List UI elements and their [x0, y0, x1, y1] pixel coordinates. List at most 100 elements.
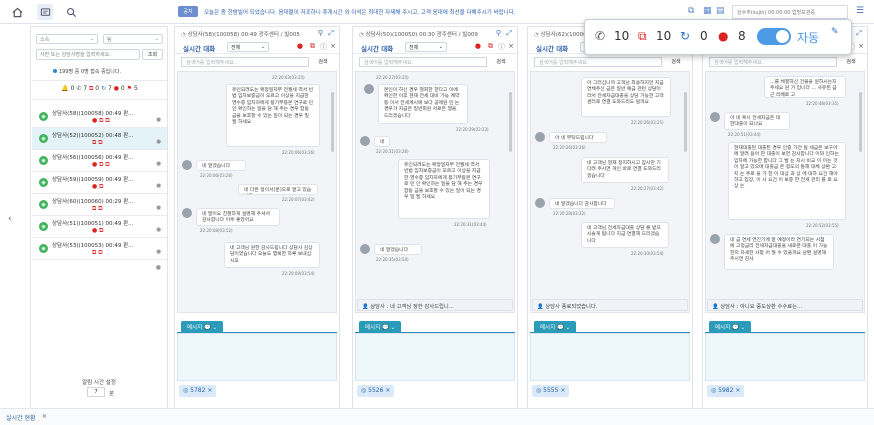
filter-select[interactable]: 전체 ⌄: [227, 42, 269, 52]
chat-search-button[interactable]: 검색: [839, 57, 863, 67]
message-compose[interactable]: [705, 333, 865, 381]
realtime-chat-tab[interactable]: 실시간 대화: [536, 43, 568, 53]
alert-icon: ●: [718, 29, 729, 43]
message-compose[interactable]: [177, 333, 337, 381]
grid-icon[interactable]: ▤: [716, 6, 725, 16]
chat-icon[interactable]: [37, 4, 53, 20]
message-tab[interactable]: 메시지 💬 ⌄: [181, 321, 224, 333]
alarm-input[interactable]: 7: [87, 387, 105, 397]
message-timestamp: 22:20:51(03:44): [728, 132, 761, 137]
scrollbar[interactable]: [684, 92, 687, 152]
session-chip[interactable]: ◎ 5555 ×: [532, 385, 570, 397]
info-icon[interactable]: ⓘ: [498, 42, 505, 52]
message-tab-bar: 메시지 💬 ⌄: [355, 321, 515, 333]
pin-icon[interactable]: ⚲: [496, 29, 501, 37]
expand-icon[interactable]: ⤢: [328, 29, 334, 38]
close-chip-icon[interactable]: ×: [207, 387, 212, 394]
expand-icon[interactable]: ⤢: [856, 29, 862, 38]
alert-icon[interactable]: ●: [475, 42, 481, 50]
message-timestamp: 22:20:29(03:23): [456, 127, 489, 132]
agent-row[interactable]: ◉ 상담사(58)(100058) 00:49 판... ● ⧉ ⧉ ●: [32, 106, 167, 128]
filter-select[interactable]: 전체 ⌄: [405, 42, 447, 52]
status-bar: 👤 상담사 : 아니요 중도상환 수수료는...: [707, 299, 863, 311]
agent-avatar-icon: ◉: [39, 112, 48, 121]
info-icon[interactable]: ⓘ: [320, 42, 327, 52]
toggle-knob: [776, 30, 789, 43]
agent-avatar-icon: ◉: [39, 222, 48, 231]
chat-search-input[interactable]: 검색어를 입력해주세요.: [181, 57, 309, 67]
agent-row-status-icons: ● ⧉: [92, 183, 104, 190]
team-select-value: 팀: [107, 37, 112, 43]
close-chip-icon[interactable]: ×: [735, 387, 740, 394]
last-message-text: 상담사 종료되었습니다.: [545, 304, 598, 310]
message-timestamp: 22:20:52(03:55): [806, 223, 839, 228]
message-compose[interactable]: [530, 333, 690, 381]
collapse-left-icon[interactable]: ‹: [8, 214, 12, 224]
message-compose[interactable]: [355, 333, 515, 381]
realtime-chat-tab[interactable]: 실시간 대화: [183, 43, 215, 53]
close-icon[interactable]: ×: [508, 42, 514, 50]
chat-column-header: ◔ 상담사(50)(100050) 00:30 광주센터 / 빌009: [353, 27, 517, 40]
agent-search-button[interactable]: 조회: [142, 49, 163, 60]
copy-red-icon[interactable]: ⧉: [488, 42, 493, 51]
agent-message: 유인되려도는 확정일자부 전월세 역서 빈법 임차보증금이 오르고 이상을 지급…: [398, 159, 490, 219]
notice-text: 오늘은 좀 한밤빌어 되었습니다. 음대불이 저조하니 휴게시간 외 이석은 최…: [204, 10, 516, 16]
close-chip-icon[interactable]: ×: [385, 387, 390, 394]
chat-bubble-icon: 💬: [381, 325, 389, 331]
realtime-status-tab[interactable]: 실시간 현황: [6, 413, 36, 422]
connection-status: 199명 중 0명 접속 중입니다.: [53, 68, 121, 75]
status-dot-icon: [53, 69, 57, 73]
agent-row[interactable]: ◉ 상담사(53)(100053) 00:49 판... ⧉ ⧉ ●: [32, 238, 167, 260]
close-chip-icon[interactable]: ×: [560, 387, 565, 394]
chat-tab-row: 실시간 대화 전체 ⌄ ● ⧉ ⓘ×: [175, 40, 339, 54]
scrollbar[interactable]: [859, 92, 862, 152]
agent-row[interactable]: ◉ 상담사(59)(100059) 00:49 판... ● ⧉ ●: [32, 172, 167, 194]
agent-row[interactable]: ◉ 상담사(52)(100052) 00:48 판... ⧉ ⧉ ●: [32, 128, 167, 150]
session-chip[interactable]: ◎ 5782 ×: [179, 385, 217, 397]
message-tab[interactable]: 메시지 💬 ⌄: [709, 321, 752, 333]
stat-flag-count: 5: [133, 85, 138, 92]
agent-row[interactable]: ◉ 상담사(60)(100060) 00:29 판... ⧉ ⧉ ●: [32, 194, 167, 216]
message-tab-label: 메시지: [365, 325, 381, 331]
realtime-chat-tab[interactable]: 실시간 대화: [361, 43, 393, 53]
alert-icon[interactable]: ●: [297, 42, 303, 50]
close-tab-icon[interactable]: ×: [42, 413, 47, 420]
scrollbar[interactable]: [509, 92, 512, 152]
stats-row: 🔔 0 ✆ 7 ⧉ 0 ↻ 7 ● 0 ⚑ 5: [32, 85, 167, 97]
session-chip-label: 5526: [368, 387, 384, 394]
message-tab[interactable]: 메시지 💬 ⌄: [534, 321, 577, 333]
home-icon[interactable]: [9, 4, 25, 20]
agent-message: ...를 체결하신 건물을 원하시는지 주세요 원 가 입니다 ... 사유된 …: [764, 76, 846, 98]
scrollbar[interactable]: [331, 92, 334, 152]
layout-icon[interactable]: ▦: [703, 6, 712, 16]
message-list: 22:20:03(03:25) 유인되려도는 확정일자부 전월세 역서 빈법 임차…: [177, 71, 337, 313]
pin-icon[interactable]: ⚲: [318, 29, 323, 37]
close-icon[interactable]: ×: [858, 42, 864, 50]
agent-row-status-icons: ● ⧉ ⧉: [92, 161, 110, 168]
copy-red-icon[interactable]: ⧉: [310, 42, 315, 51]
agent-row[interactable]: ◉ 상담사(56)(100056) 00:49 판... ● ⧉ ⧉ ●: [32, 150, 167, 172]
copy-icon[interactable]: ⧉: [688, 6, 694, 16]
customer-message: 네 말이요 친절하게 설명해 주셔서 감사합니다 이주 좋았어요: [196, 208, 280, 226]
chat-search-button[interactable]: 검색: [489, 57, 513, 67]
chat-search-button[interactable]: 검색: [664, 57, 688, 67]
chat-search-input[interactable]: 검색어를 입력해주세요.: [359, 57, 487, 67]
agent-row-status-icons: ● ⧉ ⧉: [92, 117, 110, 124]
agent-row[interactable]: ◉ 상담사(51)(100051) 00:49 판... ● ⧉ ●: [32, 216, 167, 238]
chat-search-input[interactable]: 검색어를 입력해주세요.: [709, 57, 837, 67]
search-icon[interactable]: [63, 4, 79, 20]
team-select[interactable]: 팀 ⌄: [103, 34, 163, 44]
agent-search-input[interactable]: 사번 또는 상담사명을 입력하세요.: [36, 49, 140, 60]
session-chip[interactable]: ◎ 5982 ×: [707, 385, 745, 397]
pin-icon[interactable]: ✎: [831, 27, 839, 37]
expand-icon[interactable]: ⤢: [506, 29, 512, 38]
close-icon[interactable]: ×: [330, 42, 336, 50]
auto-toggle[interactable]: [757, 28, 791, 45]
settings-sliders-icon[interactable]: ☰: [856, 6, 864, 16]
chat-search-input[interactable]: 검색어를 입력해주세요.: [534, 57, 662, 67]
session-chip[interactable]: ◎ 5526 ×: [357, 385, 395, 397]
user-status-select[interactable]: 상수주(sujin) 00:00:00 업방보관중: [732, 5, 848, 19]
chat-search-button[interactable]: 검색: [311, 57, 335, 67]
message-tab[interactable]: 메시지 💬 ⌄: [359, 321, 402, 333]
org-select[interactable]: 소속 ⌄: [36, 34, 98, 44]
